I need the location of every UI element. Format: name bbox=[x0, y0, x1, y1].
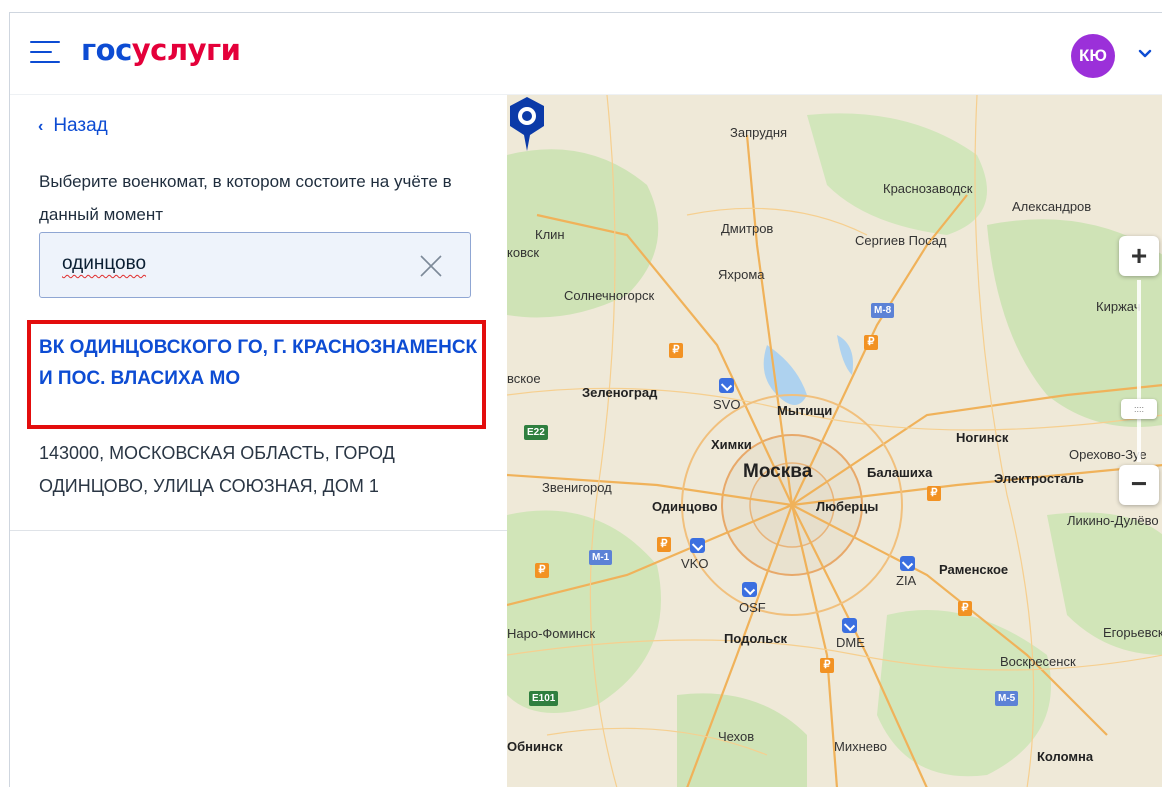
ruble-icon: ₽ bbox=[864, 335, 878, 350]
map-label: Киржач bbox=[1096, 299, 1141, 314]
map-label: Наро-Фоминск bbox=[507, 626, 596, 641]
road-badge: E101 bbox=[529, 691, 559, 706]
menu-icon[interactable] bbox=[30, 41, 60, 63]
map-label: Орехово-Зуе bbox=[1069, 447, 1147, 462]
map-label: Балашиха bbox=[867, 465, 933, 480]
map-label: Егорьевск bbox=[1103, 625, 1162, 640]
map-label: Клин bbox=[535, 227, 565, 242]
gosuslugi-logo[interactable]: госуслуги bbox=[81, 33, 241, 67]
airport-icon bbox=[690, 538, 705, 553]
app-frame: госуслуги КЮ ‹ Назад Выберите военкомат, … bbox=[9, 12, 1162, 787]
map-label: Чехов bbox=[718, 729, 755, 744]
road-badge: E22 bbox=[524, 425, 548, 440]
ruble-icon: ₽ bbox=[669, 343, 683, 358]
back-label: Назад bbox=[53, 115, 108, 136]
ruble-icon: ₽ bbox=[535, 563, 549, 578]
map-label: Мытищи bbox=[777, 403, 833, 418]
map-label: Химки bbox=[711, 437, 752, 452]
map-label: Краснозаводск bbox=[883, 181, 973, 196]
map-label: Обнинск bbox=[507, 739, 563, 754]
airport-icon bbox=[842, 618, 857, 633]
road-badge: M-8 bbox=[871, 303, 895, 318]
map-label: Ногинск bbox=[956, 430, 1009, 445]
prompt-text: Выберите военкомат, в котором состоите н… bbox=[39, 172, 452, 224]
map-label: Запрудня bbox=[730, 125, 788, 140]
map-label: Москва bbox=[743, 461, 813, 482]
airport-icon bbox=[742, 582, 757, 597]
logo-part2: услуги bbox=[131, 33, 241, 67]
ruble-icon: ₽ bbox=[657, 537, 671, 552]
road-badge: M-1 bbox=[589, 550, 613, 565]
zoom-slider-track[interactable] bbox=[1137, 280, 1141, 462]
zoom-slider-handle[interactable]: :::: bbox=[1121, 399, 1157, 419]
plus-icon: + bbox=[1130, 240, 1148, 271]
ruble-icon: ₽ bbox=[958, 601, 972, 616]
map-label: Александров bbox=[1012, 199, 1092, 214]
logo-part1: гос bbox=[81, 33, 132, 67]
map-label: Ликино-Дулёво bbox=[1067, 513, 1159, 528]
map-label: SVO bbox=[713, 397, 741, 412]
map-label: Люберцы bbox=[816, 499, 879, 514]
road-badge: M-5 bbox=[995, 691, 1019, 706]
map-label: Михнево bbox=[834, 739, 887, 754]
map-label: ZIA bbox=[896, 573, 917, 588]
ruble-icon: ₽ bbox=[927, 486, 941, 501]
map-label: ковск bbox=[507, 245, 540, 260]
location-pin-icon[interactable] bbox=[507, 95, 547, 153]
map-label: Коломна bbox=[1037, 749, 1094, 764]
close-icon[interactable] bbox=[418, 253, 444, 279]
zoom-in-button[interactable]: + bbox=[1119, 236, 1159, 276]
back-link[interactable]: ‹ Назад bbox=[38, 115, 108, 137]
avatar[interactable]: КЮ bbox=[1071, 34, 1115, 78]
chevron-down-icon[interactable] bbox=[1136, 45, 1154, 63]
airport-icon bbox=[900, 556, 915, 571]
map-label: вское bbox=[507, 371, 541, 386]
airport-icon bbox=[719, 378, 734, 393]
map-label: DME bbox=[836, 635, 865, 650]
ruble-icon: ₽ bbox=[820, 658, 834, 673]
map-label: Зеленоград bbox=[582, 385, 658, 400]
map-label: Сергиев Посад bbox=[855, 233, 947, 248]
map-label: Звенигород bbox=[542, 480, 612, 495]
map-label: VKO bbox=[681, 556, 709, 571]
search-input[interactable]: одинцово bbox=[39, 232, 471, 298]
result-address: 143000, МОСКОВСКАЯ ОБЛАСТЬ, ГОРОД ОДИНЦО… bbox=[39, 443, 395, 496]
map-label: Яхрома bbox=[718, 267, 765, 282]
map-label: Подольск bbox=[724, 631, 787, 646]
map-label: OSF bbox=[739, 600, 766, 615]
left-panel: ‹ Назад Выберите военкомат, в котором сос… bbox=[10, 95, 507, 531]
map-label: Раменское bbox=[939, 562, 1009, 577]
map[interactable]: Запрудня Краснозаводск Александров Клин … bbox=[507, 95, 1162, 787]
zoom-out-button[interactable]: − bbox=[1119, 465, 1159, 505]
minus-icon: − bbox=[1130, 468, 1148, 499]
map-label: Одинцово bbox=[652, 499, 718, 514]
map-label: Электросталь bbox=[994, 471, 1084, 486]
map-label: Воскресенск bbox=[1000, 654, 1076, 669]
result-title-link[interactable]: ВК ОДИНЦОВСКОГО ГО, Г. КРАСНОЗНАМЕНСК И … bbox=[39, 332, 479, 394]
header: госуслуги КЮ bbox=[10, 13, 1162, 95]
map-label: Солнечногорск bbox=[564, 288, 655, 303]
map-label: Дмитров bbox=[721, 221, 774, 236]
chevron-left-icon: ‹ bbox=[38, 118, 44, 135]
search-value: одинцово bbox=[62, 253, 147, 274]
